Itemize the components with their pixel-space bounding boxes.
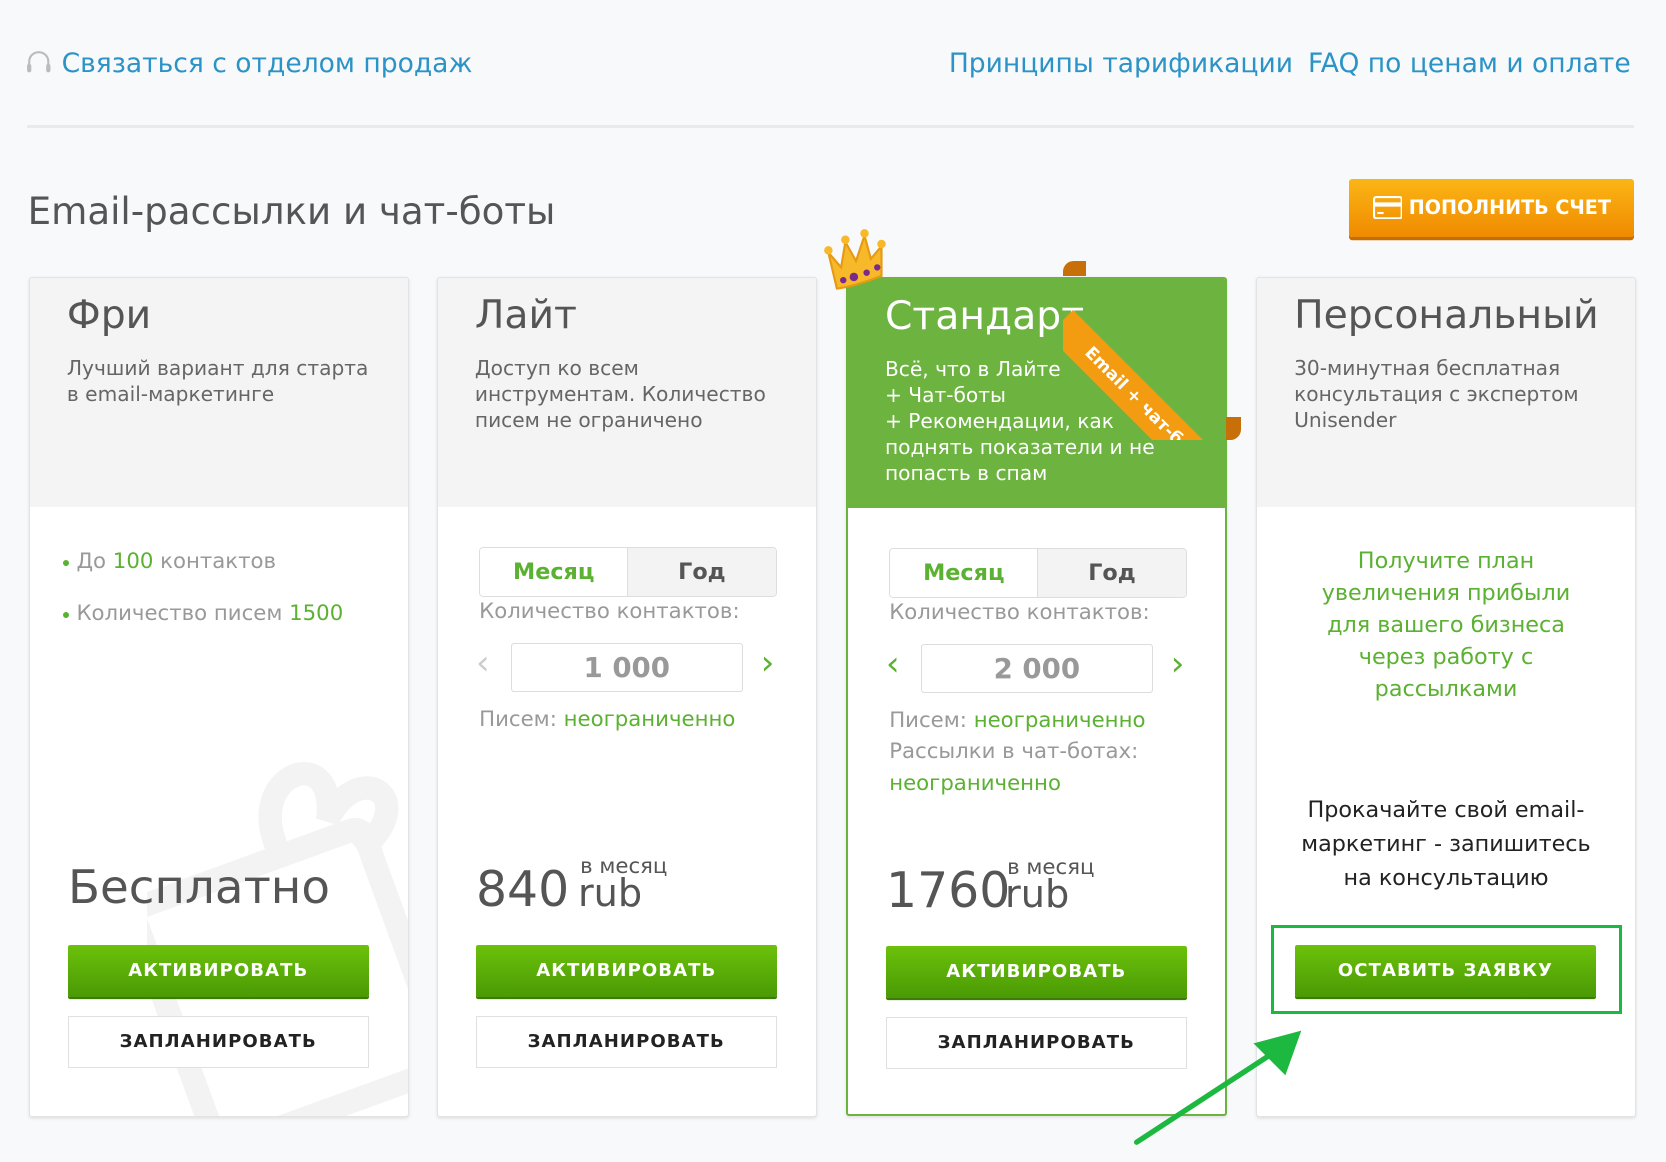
contacts-stepper[interactable]: 1 000 [511, 642, 743, 692]
plan-title: Стандарт [884, 294, 1085, 340]
activate-button[interactable]: АКТИВИРОВАТЬ [475, 944, 777, 997]
price: 1760 [886, 861, 1011, 919]
crown-icon [824, 229, 887, 291]
activate-button[interactable]: АКТИВИРОВАТЬ [67, 944, 369, 997]
plan-title: Персональный [1294, 293, 1599, 339]
contacts-stepper[interactable]: 2 000 [921, 643, 1153, 693]
arrow-annotation-icon [1134, 1030, 1302, 1145]
period-toggle: Месяц Год [889, 548, 1187, 598]
ribbon: Email + чат-боты [1062, 261, 1241, 440]
plan-card-free: Фри Лучший вариант для старта в email-ма… [28, 277, 409, 1117]
contacts-label: Количество контактов: [479, 599, 740, 625]
letters-info: Писем: неограниченно [889, 707, 1146, 733]
period-month-tab[interactable]: Месяц [480, 548, 628, 596]
plan-description: Доступ ко всем инструментам. Количество … [474, 355, 766, 432]
faq-link[interactable]: FAQ по ценам и оплате [1308, 48, 1631, 79]
ribbon-label: Email + чат-боты [1062, 310, 1241, 440]
topup-label: ПОПОЛНИТЬ СЧЕТ [1408, 196, 1611, 220]
period-year-tab[interactable]: Год [1037, 549, 1186, 597]
chatbot-label: Рассылки в чат-ботах: [889, 739, 1139, 765]
plan-description: 30-минутная бесплатная консультация с эк… [1294, 355, 1579, 432]
contacts-label: Количество контактов: [889, 600, 1150, 626]
contact-sales-label: Связаться с отделом продаж [61, 47, 473, 79]
chevron-right-icon[interactable]: › [1171, 644, 1185, 684]
contact-sales-link[interactable]: Связаться с отделом продаж [26, 47, 473, 79]
period-month-tab[interactable]: Месяц [890, 549, 1038, 597]
topup-button[interactable]: ПОПОЛНИТЬ СЧЕТ [1349, 178, 1635, 237]
headset-icon [26, 50, 50, 72]
divider [26, 125, 1635, 128]
cta-text: Прокачайте свой email-маркетинг - запиши… [1301, 796, 1591, 891]
pricing-page: Связаться с отделом продаж Принципы тари… [0, 0, 1666, 1162]
letters-limit: Количество писем 1500 [62, 598, 352, 630]
chevron-left-icon[interactable]: ‹ [886, 644, 900, 684]
price: Бесплатно [67, 860, 330, 915]
chatbot-value: неограниченно [889, 771, 1061, 797]
period-year-tab[interactable]: Год [627, 548, 776, 596]
highlight-box [1270, 925, 1623, 1015]
price: 840 [475, 860, 570, 918]
schedule-button[interactable]: ЗАПЛАНИРОВАТЬ [475, 1015, 777, 1068]
card-icon [1372, 196, 1403, 220]
contacts-limit: До 100 контактов [62, 546, 352, 578]
offer-text: Получите план увеличения прибыли для ваш… [1321, 548, 1571, 702]
pricing-principles-link[interactable]: Принципы тарификации [949, 48, 1293, 79]
price-unit: rub [1005, 872, 1070, 918]
plan-description: Лучший вариант для старта в email-маркет… [66, 355, 369, 406]
chevron-right-icon[interactable]: › [761, 643, 775, 683]
schedule-button[interactable]: ЗАПЛАНИРОВАТЬ [67, 1015, 369, 1068]
activate-button[interactable]: АКТИВИРОВАТЬ [886, 945, 1187, 998]
chevron-left-icon[interactable]: ‹ [476, 643, 490, 683]
letters-info: Писем: неограниченно [479, 706, 736, 732]
period-toggle: Месяц Год [479, 547, 777, 597]
price-unit: rub [577, 871, 643, 917]
plan-title: Лайт [474, 293, 577, 339]
page-title: Email-рассылки и чат-боты [27, 189, 556, 234]
plan-title: Фри [66, 293, 152, 339]
plan-card-lite: Лайт Доступ ко всем инструментам. Количе… [436, 277, 817, 1117]
